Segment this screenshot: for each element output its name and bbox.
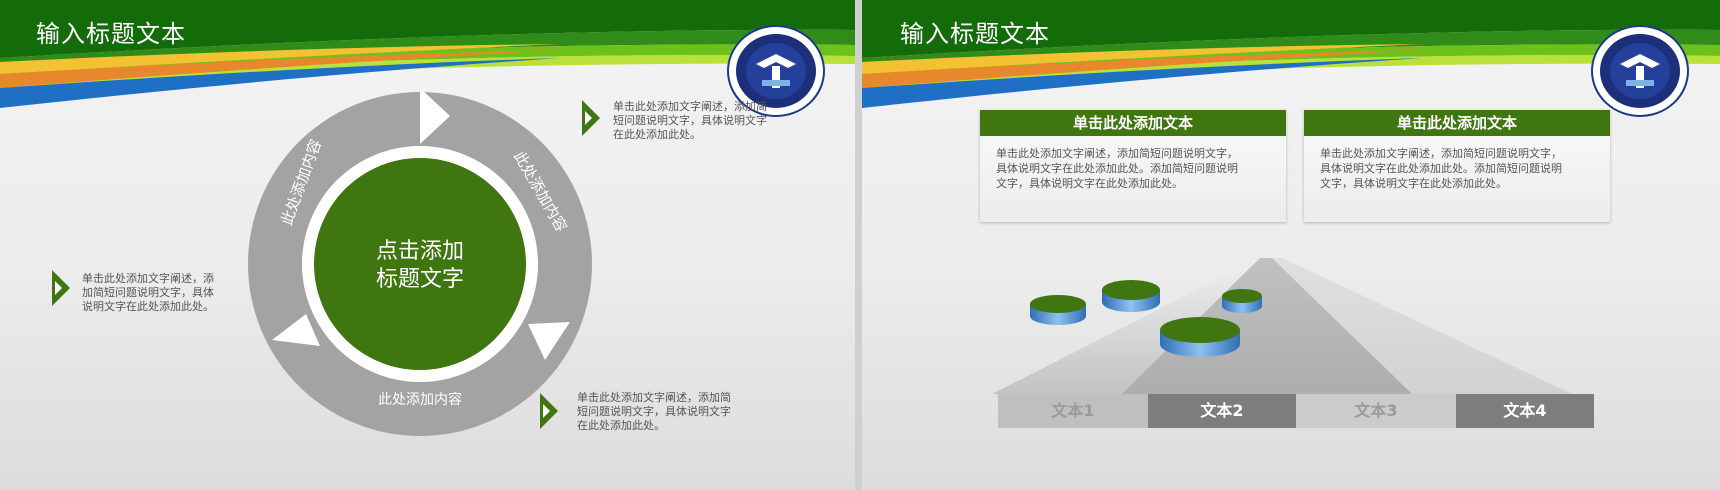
disc-icon	[1102, 280, 1160, 312]
note-top-right: 单击此处添加文字阐述，添加简 短问题说明文字，具体说明文字 在此处添加此处。	[613, 100, 767, 141]
emblem-logo	[1591, 25, 1689, 117]
cycle-diagram: 点击添加 标题文字 此处添加内容 此处添加内容 此处添加内容	[248, 88, 592, 436]
slide-title: 输入标题文本	[900, 20, 1050, 48]
step-label-2: 文本2	[1200, 401, 1244, 420]
card-title: 单击此处添加文本	[1304, 110, 1610, 136]
disc-icon	[1222, 289, 1262, 313]
center-title-line2: 标题文字	[376, 267, 464, 292]
center-circle	[314, 158, 526, 370]
step-label-3: 文本3	[1354, 401, 1398, 420]
slide-1: 输入标题文本 点击添加 标题文字 此处添加内容 此处添加内容 此处添加内容 单击…	[0, 0, 855, 490]
arc-label-bottom: 此处添加内容	[378, 391, 462, 408]
slide-2: 输入标题文本 单击此处添加文本 单击此处添加文字阐述，添加简短问题说明文字， 具…	[862, 0, 1720, 490]
card-title: 单击此处添加文本	[980, 110, 1286, 136]
slide-title: 输入标题文本	[36, 20, 186, 48]
card-body: 单击此处添加文字阐述，添加简短问题说明文字， 具体说明文字在此处添加此处。添加简…	[1320, 147, 1562, 190]
step-label-4: 文本4	[1503, 401, 1547, 420]
triangle-bullet-icon	[582, 100, 600, 136]
triangle-bullet-icon	[52, 270, 70, 306]
disc-icon	[1030, 295, 1086, 325]
disc-icon	[1160, 317, 1240, 357]
triangle-bullet-icon	[540, 393, 558, 429]
step-label-1: 文本1	[1051, 401, 1095, 420]
text-card-2: 单击此处添加文本 单击此处添加文字阐述，添加简短问题说明文字， 具体说明文字在此…	[1304, 110, 1610, 222]
card-body: 单击此处添加文字阐述，添加简短问题说明文字， 具体说明文字在此处添加此处。添加简…	[996, 147, 1238, 190]
note-left: 单击此处添加文字阐述，添 加简短问题说明文字，具体 说明文字在此处添加此处。	[82, 272, 214, 313]
note-bottom-right: 单击此处添加文字阐述，添加简 短问题说明文字，具体说明文字 在此处添加此处。	[577, 391, 731, 432]
center-title-line1: 点击添加	[376, 239, 464, 264]
text-card-1: 单击此处添加文本 单击此处添加文字阐述，添加简短问题说明文字， 具体说明文字在此…	[980, 110, 1286, 222]
